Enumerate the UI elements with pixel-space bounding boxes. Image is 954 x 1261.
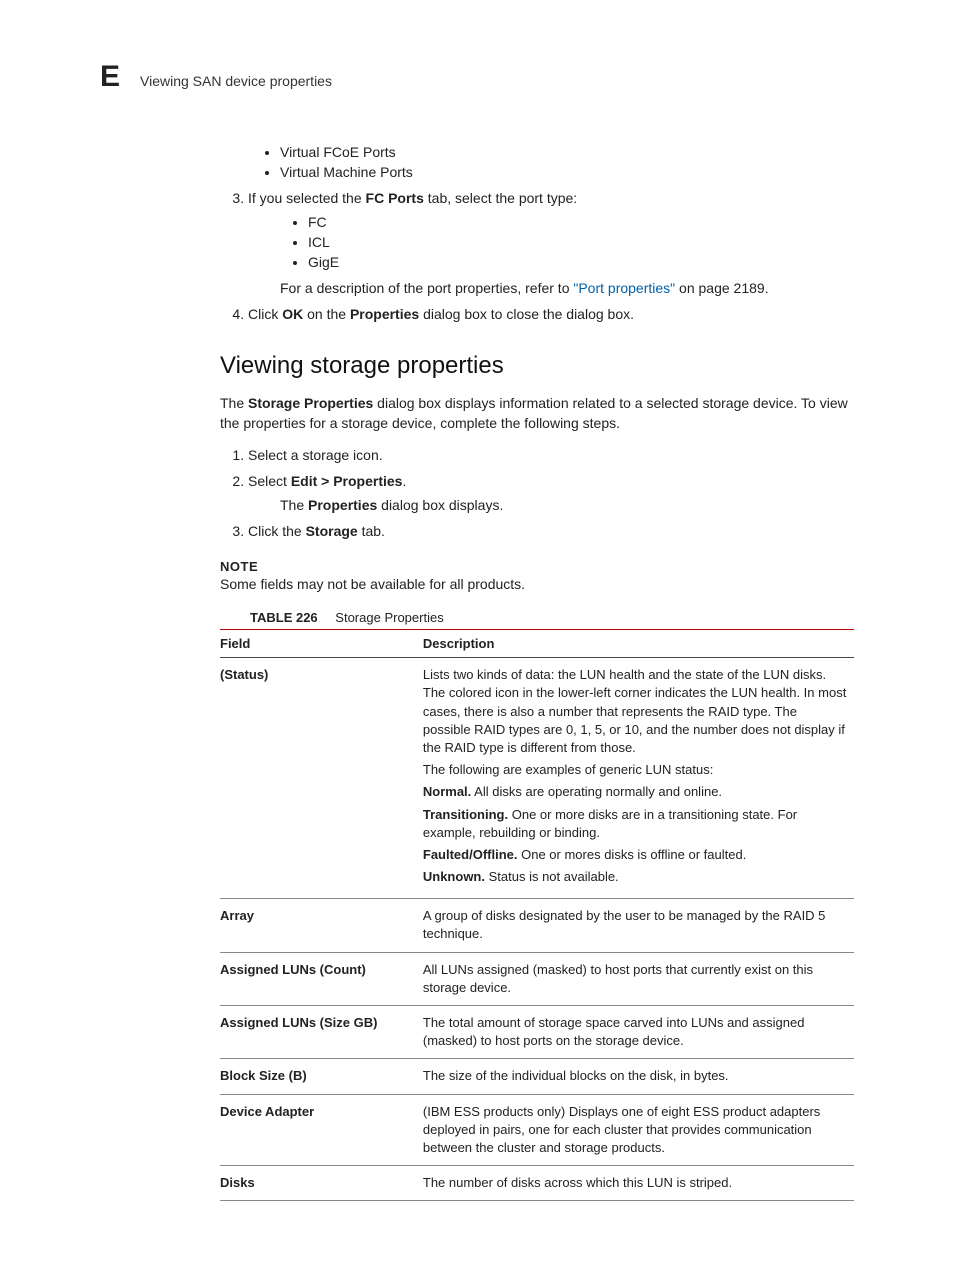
properties-label: Properties (350, 306, 419, 322)
text: dialog box displays. (377, 497, 503, 513)
text: Click the (248, 523, 306, 539)
dialog-name: Properties (308, 497, 377, 513)
running-header: E Viewing SAN device properties (100, 60, 854, 94)
field-cell: Array (220, 899, 423, 952)
step-text: If you selected the (248, 190, 366, 206)
text: The (280, 497, 308, 513)
step-1: Select a storage icon. (248, 447, 854, 463)
storage-properties-table: Field Description (Status) Lists two kin… (220, 629, 854, 1201)
step-result: The Properties dialog box displays. (280, 497, 854, 513)
step-2: Select Edit > Properties. The Properties… (248, 473, 854, 513)
dialog-name: Storage Properties (248, 395, 373, 411)
table-row: Disks The number of disks across which t… (220, 1166, 854, 1201)
storage-steps: Select a storage icon. Select Edit > Pro… (220, 447, 854, 539)
section-heading: Viewing storage properties (220, 352, 854, 380)
desc-cell: Lists two kinds of data: the LUN health … (423, 658, 854, 899)
field-cell: (Status) (220, 658, 423, 899)
tab-name: Storage (306, 523, 358, 539)
col-field: Field (220, 630, 423, 658)
text: on page 2189. (675, 280, 768, 296)
table-title: Storage Properties (335, 610, 443, 625)
table-row: Array A group of disks designated by the… (220, 899, 854, 952)
list-item: Virtual FCoE Ports (280, 144, 854, 160)
step-note: For a description of the port properties… (280, 280, 854, 296)
desc-cell: (IBM ESS products only) Displays one of … (423, 1094, 854, 1166)
desc-cell: All LUNs assigned (masked) to host ports… (423, 952, 854, 1005)
status-faulted: Faulted/Offline. (423, 847, 518, 862)
text: The following are examples of generic LU… (423, 761, 848, 779)
running-title: Viewing SAN device properties (140, 73, 332, 89)
status-normal: Normal. (423, 784, 471, 799)
field-cell: Disks (220, 1166, 423, 1201)
note-text: Some fields may not be available for all… (220, 576, 854, 592)
text: One or mores disks is offline or faulted… (518, 847, 747, 862)
desc-cell: The size of the individual blocks on the… (423, 1059, 854, 1094)
step-text: tab, select the port type: (424, 190, 577, 206)
step-3: Click the Storage tab. (248, 523, 854, 539)
table-number: TABLE 226 (250, 610, 318, 625)
text: All disks are operating normally and onl… (471, 784, 722, 799)
text: tab. (358, 523, 385, 539)
desc-cell: The total amount of storage space carved… (423, 1006, 854, 1059)
field-cell: Block Size (B) (220, 1059, 423, 1094)
page: E Viewing SAN device properties Virtual … (0, 0, 954, 1261)
step-4: Click OK on the Properties dialog box to… (248, 306, 854, 322)
text: The (220, 395, 248, 411)
status-unknown: Unknown. (423, 869, 485, 884)
step-text-bold: FC Ports (366, 190, 424, 206)
menu-path: Edit > Properties (291, 473, 403, 489)
table-row: Device Adapter (IBM ESS products only) D… (220, 1094, 854, 1166)
step-3: If you selected the FC Ports tab, select… (248, 190, 854, 296)
field-cell: Assigned LUNs (Size GB) (220, 1006, 423, 1059)
desc-cell: A group of disks designated by the user … (423, 899, 854, 952)
text: Click (248, 306, 282, 322)
text: Status is not available. (485, 869, 619, 884)
ok-label: OK (282, 306, 303, 322)
procedure-continued: If you selected the FC Ports tab, select… (220, 190, 854, 322)
body-column: Virtual FCoE Ports Virtual Machine Ports… (220, 144, 854, 1201)
table-caption: TABLE 226 Storage Properties (250, 610, 854, 625)
list-item: GigE (308, 254, 854, 270)
text: Lists two kinds of data: the LUN health … (423, 666, 848, 757)
appendix-letter: E (100, 60, 120, 94)
note: NOTE Some fields may not be available fo… (220, 559, 854, 592)
list-item: Virtual Machine Ports (280, 164, 854, 180)
intro-paragraph: The Storage Properties dialog box displa… (220, 394, 854, 433)
field-cell: Assigned LUNs (Count) (220, 952, 423, 1005)
port-properties-link[interactable]: "Port properties" (573, 280, 675, 296)
table-row: Assigned LUNs (Size GB) The total amount… (220, 1006, 854, 1059)
port-bullets-continued: Virtual FCoE Ports Virtual Machine Ports (220, 144, 854, 180)
table-row: Assigned LUNs (Count) All LUNs assigned … (220, 952, 854, 1005)
text: Select (248, 473, 291, 489)
text: dialog box to close the dialog box. (419, 306, 634, 322)
status-transitioning: Transitioning. (423, 807, 508, 822)
text: on the (303, 306, 350, 322)
table-header-row: Field Description (220, 630, 854, 658)
list-item: FC (308, 214, 854, 230)
col-description: Description (423, 630, 854, 658)
text: . (402, 473, 406, 489)
text: For a description of the port properties… (280, 280, 573, 296)
port-type-list: FC ICL GigE (248, 214, 854, 270)
desc-cell: The number of disks across which this LU… (423, 1166, 854, 1201)
field-cell: Device Adapter (220, 1094, 423, 1166)
table-row: Block Size (B) The size of the individua… (220, 1059, 854, 1094)
table-row: (Status) Lists two kinds of data: the LU… (220, 658, 854, 899)
note-label: NOTE (220, 559, 854, 574)
list-item: ICL (308, 234, 854, 250)
